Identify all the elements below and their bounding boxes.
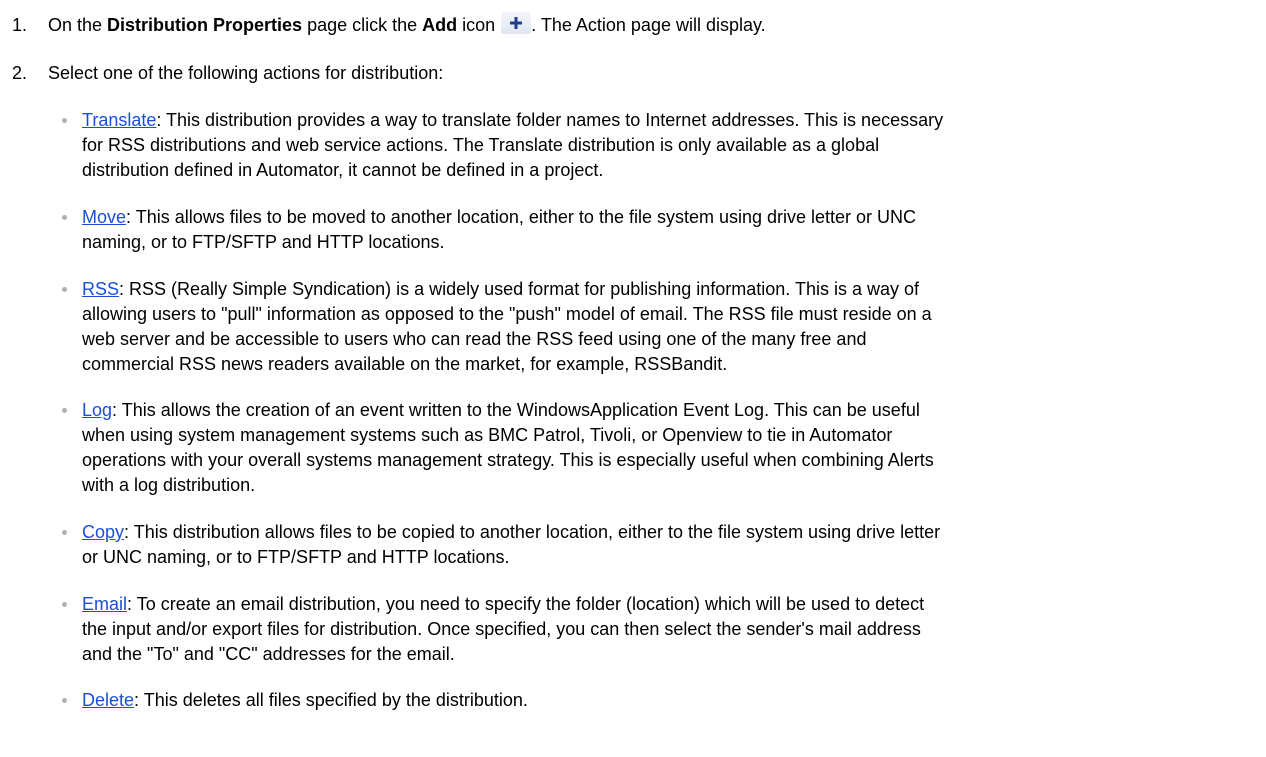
list-item-text: RSS: RSS (Really Simple Syndication) is … xyxy=(82,279,932,374)
step-text: On the Distribution Properties page clic… xyxy=(48,12,766,38)
bullet-dot xyxy=(62,287,67,292)
step-number: 1. xyxy=(12,15,28,35)
list-item-text: Email: To create an email distribution, … xyxy=(82,594,925,664)
move-link[interactable]: Move xyxy=(82,207,126,227)
delete-link[interactable]: Delete xyxy=(82,690,134,710)
log-link[interactable]: Log xyxy=(82,400,112,420)
list-item-text: Translate: This distribution provides a … xyxy=(82,110,944,180)
list-item-text: Copy: This distribution allows files to … xyxy=(82,522,941,567)
bullet-dot xyxy=(62,215,67,220)
list-item-text: Delete: This deletes all files specified… xyxy=(82,690,528,710)
step-number: 2. xyxy=(12,63,28,83)
bullet-dot xyxy=(62,530,67,535)
copy-link[interactable]: Copy xyxy=(82,522,124,542)
list-item-text: Log: This allows the creation of an even… xyxy=(82,400,934,495)
email-link[interactable]: Email xyxy=(82,594,127,614)
step-text: Select one of the following actions for … xyxy=(48,63,444,83)
list-item-text: Move: This allows files to be moved to a… xyxy=(82,207,917,252)
plus-icon xyxy=(501,12,532,34)
bullet-dot xyxy=(62,602,67,607)
bullet-dot xyxy=(62,698,67,703)
bullet-dot xyxy=(62,408,67,413)
distribution-properties-label: Distribution Properties xyxy=(107,15,303,35)
translate-link[interactable]: Translate xyxy=(82,110,156,130)
bullet-dot xyxy=(62,118,67,123)
rss-link[interactable]: RSS xyxy=(82,279,119,299)
add-label: Add xyxy=(422,15,458,35)
